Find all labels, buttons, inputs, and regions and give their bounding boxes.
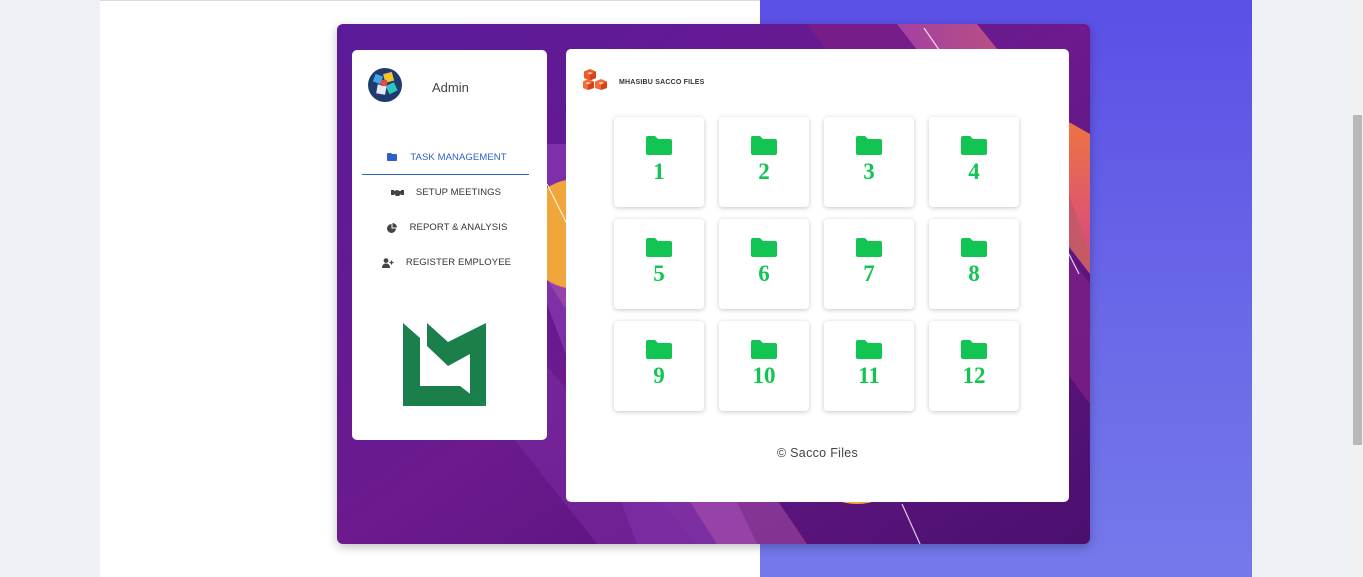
- folder-tile[interactable]: 6: [719, 219, 809, 309]
- scrollbar[interactable]: [1352, 0, 1363, 577]
- main-panel: MHASIBU SACCO FILES 1 2 3 4 5 6 7 8 9 10 11 12 © Sa…: [566, 49, 1069, 502]
- folder-label: 11: [858, 363, 880, 388]
- folder-label: 5: [653, 261, 665, 286]
- folder-label: 7: [863, 261, 875, 286]
- folder-label: 6: [758, 261, 770, 286]
- folder-tile[interactable]: 4: [929, 117, 1019, 207]
- folder-tile[interactable]: 2: [719, 117, 809, 207]
- app-card: Admin TASK MANAGEMENT SETUP MEETINGS REP…: [337, 24, 1090, 544]
- folder-label: 1: [653, 159, 665, 184]
- folder-icon: [646, 238, 672, 262]
- scrollbar-thumb[interactable]: [1353, 115, 1362, 445]
- folder-tile[interactable]: 1: [614, 117, 704, 207]
- folder-tile[interactable]: 11: [824, 321, 914, 411]
- nav-label: SETUP MEETINGS: [415, 187, 502, 198]
- sidebar: Admin TASK MANAGEMENT SETUP MEETINGS REP…: [352, 50, 547, 440]
- folder-grid: 1 2 3 4 5 6 7 8 9 10 11 12: [614, 117, 1019, 411]
- folder-label: 12: [962, 363, 986, 388]
- nav-setup-meetings[interactable]: SETUP MEETINGS: [362, 175, 529, 210]
- nav-label: TASK MANAGEMENT: [410, 151, 507, 163]
- folder-icon: [384, 153, 400, 161]
- nav-label: REGISTER EMPLOYEE: [405, 257, 512, 268]
- nav-register-employee[interactable]: REGISTER EMPLOYEE: [362, 245, 529, 280]
- nav-task-management[interactable]: TASK MANAGEMENT: [362, 140, 529, 175]
- nav-report-analysis[interactable]: REPORT & ANALYSIS: [362, 210, 529, 245]
- folder-tile[interactable]: 7: [824, 219, 914, 309]
- folder-icon: [751, 136, 777, 160]
- folder-icon: [646, 340, 672, 364]
- folder-label: 4: [968, 159, 980, 184]
- folder-icon: [646, 136, 672, 160]
- folder-icon: [856, 340, 882, 364]
- folder-icon: [961, 238, 987, 262]
- handshake-icon: [390, 189, 406, 197]
- folder-tile[interactable]: 9: [614, 321, 704, 411]
- user-name: Admin: [432, 80, 469, 95]
- folder-icon: [856, 238, 882, 262]
- folder-tile[interactable]: 8: [929, 219, 1019, 309]
- folder-tile[interactable]: 3: [824, 117, 914, 207]
- folder-icon: [856, 136, 882, 160]
- sidebar-nav: TASK MANAGEMENT SETUP MEETINGS REPORT & …: [362, 140, 529, 280]
- boxes-icon: [583, 69, 607, 95]
- folder-icon: [961, 340, 987, 364]
- nav-label: REPORT & ANALYSIS: [409, 222, 508, 233]
- folder-icon: [751, 238, 777, 262]
- folder-tile[interactable]: 12: [929, 321, 1019, 411]
- brand-label: MHASIBU SACCO FILES: [619, 78, 705, 86]
- pie-chart-icon: [384, 222, 400, 233]
- folder-icon: [961, 136, 987, 160]
- avatar[interactable]: [368, 68, 402, 102]
- folder-tile[interactable]: 10: [719, 321, 809, 411]
- folder-label: 8: [968, 261, 980, 286]
- footer-text: © Sacco Files: [776, 446, 859, 460]
- folder-label: 9: [653, 363, 665, 388]
- folder-label: 10: [752, 363, 776, 388]
- folder-tile[interactable]: 5: [614, 219, 704, 309]
- folder-label: 2: [758, 159, 770, 184]
- lm-logo: [400, 322, 486, 411]
- folder-icon: [751, 340, 777, 364]
- folder-label: 3: [863, 159, 875, 184]
- user-plus-icon: [380, 257, 396, 268]
- brand: MHASIBU SACCO FILES: [583, 69, 704, 95]
